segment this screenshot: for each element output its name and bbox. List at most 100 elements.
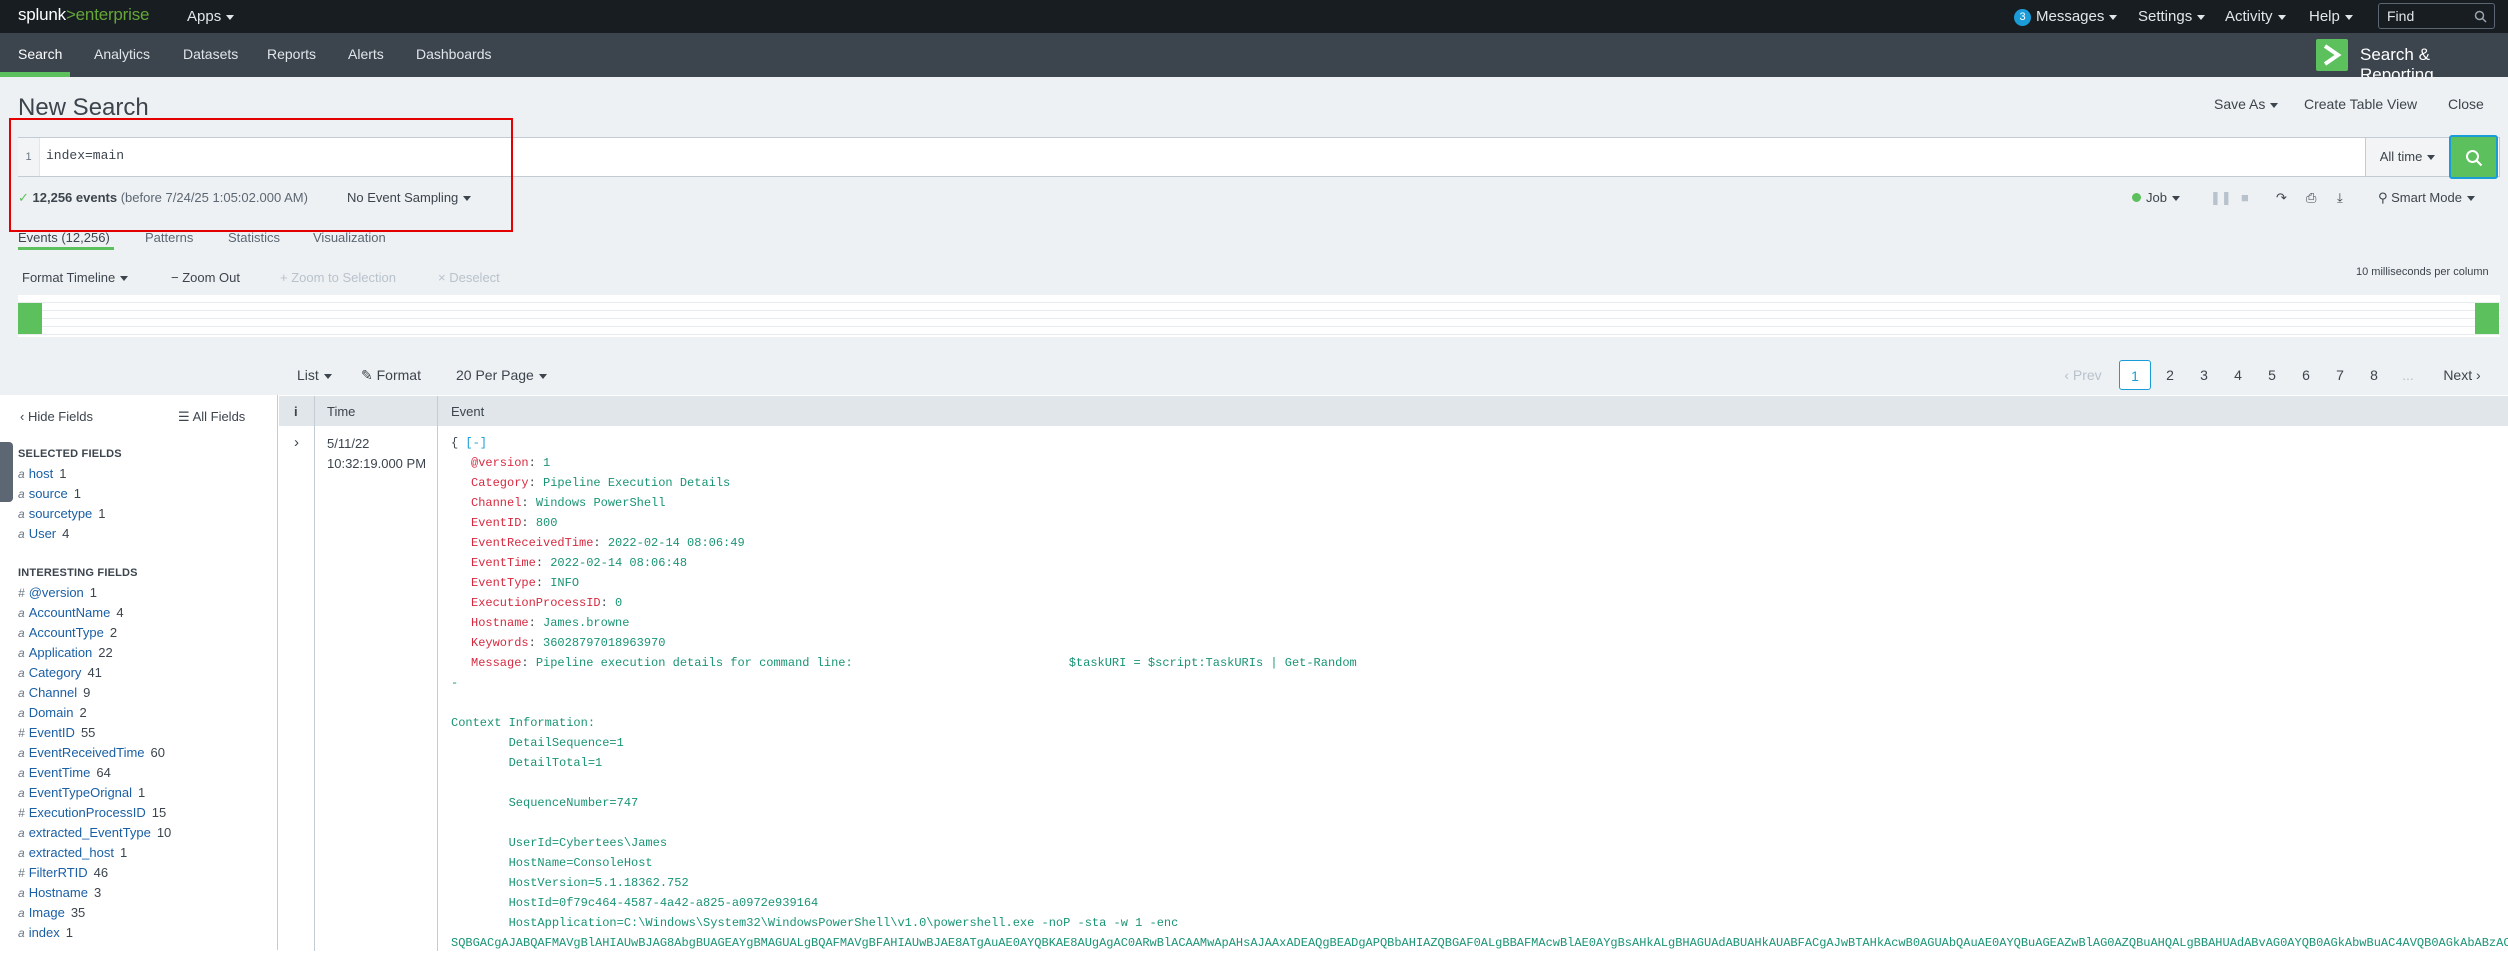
tab-events[interactable]: Events (12,256) bbox=[18, 230, 110, 245]
event-field-value[interactable]: Pipeline execution details for command l… bbox=[536, 656, 1357, 670]
stop-icon[interactable]: ■ bbox=[2241, 190, 2249, 205]
field-item[interactable]: # ExecutionProcessID 15 bbox=[18, 805, 166, 820]
page-1[interactable]: 1 bbox=[2119, 360, 2151, 390]
field-item[interactable]: a User 4 bbox=[18, 526, 69, 541]
find-input[interactable]: Find bbox=[2378, 3, 2495, 29]
settings-menu[interactable]: Settings bbox=[2138, 8, 2206, 25]
timeline-bar[interactable] bbox=[18, 303, 42, 334]
field-item[interactable]: a Image 35 bbox=[18, 905, 85, 920]
field-item[interactable]: a extracted_EventType 10 bbox=[18, 825, 171, 840]
event-field-value[interactable]: Windows PowerShell bbox=[536, 496, 666, 510]
event-field-key[interactable]: @version bbox=[471, 456, 529, 470]
field-item[interactable]: a host 1 bbox=[18, 466, 67, 481]
field-item[interactable]: a extracted_host 1 bbox=[18, 845, 127, 860]
page-7[interactable]: 7 bbox=[2324, 360, 2356, 390]
print-icon[interactable]: ⎙ bbox=[2306, 190, 2316, 206]
all-fields-button[interactable]: ☰ All Fields bbox=[178, 409, 245, 425]
messages-menu[interactable]: 3 Messages bbox=[2014, 8, 2118, 26]
zoom-out-button[interactable]: − Zoom Out bbox=[171, 270, 240, 285]
field-item[interactable]: a AccountName 4 bbox=[18, 605, 124, 620]
nav-datasets[interactable]: Datasets bbox=[183, 46, 238, 62]
list-view-menu[interactable]: List bbox=[297, 367, 332, 383]
event-field-value[interactable]: 36028797018963970 bbox=[543, 636, 665, 650]
share-icon[interactable]: ↷ bbox=[2276, 190, 2287, 206]
nav-reports[interactable]: Reports bbox=[267, 46, 316, 62]
time-range-picker[interactable]: All time bbox=[2365, 138, 2449, 176]
tab-patterns[interactable]: Patterns bbox=[145, 230, 193, 245]
field-item[interactable]: # FilterRTID 46 bbox=[18, 865, 108, 880]
nav-analytics[interactable]: Analytics bbox=[94, 46, 150, 62]
field-item[interactable]: a AccountType 2 bbox=[18, 625, 117, 640]
activity-menu[interactable]: Activity bbox=[2225, 8, 2286, 25]
search-mode-menu[interactable]: ⚲ Smart Mode bbox=[2378, 190, 2475, 206]
field-item[interactable]: a Domain 2 bbox=[18, 705, 87, 720]
field-item[interactable]: a source 1 bbox=[18, 486, 81, 501]
page-4[interactable]: 4 bbox=[2222, 360, 2254, 390]
next-page-button[interactable]: Next › bbox=[2434, 360, 2490, 390]
event-field-key[interactable]: Hostname bbox=[471, 616, 529, 630]
field-item[interactable]: # EventID 55 bbox=[18, 725, 95, 740]
event-field-value[interactable]: Pipeline Execution Details bbox=[543, 476, 730, 490]
field-item[interactable]: a EventTime 64 bbox=[18, 765, 111, 780]
close-button[interactable]: Close bbox=[2448, 96, 2484, 112]
hide-fields-button[interactable]: ‹ Hide Fields bbox=[20, 409, 93, 424]
event-field-key[interactable]: Category bbox=[471, 476, 529, 490]
pause-icon[interactable]: ❚❚ bbox=[2210, 190, 2232, 206]
nav-search[interactable]: Search bbox=[18, 46, 62, 62]
apps-menu[interactable]: Apps bbox=[187, 8, 235, 25]
event-field-key[interactable]: ExecutionProcessID bbox=[471, 596, 601, 610]
event-field-value[interactable]: INFO bbox=[550, 576, 579, 590]
event-field-value[interactable]: 1 bbox=[543, 456, 550, 470]
nav-dashboards[interactable]: Dashboards bbox=[416, 46, 492, 62]
page-6[interactable]: 6 bbox=[2290, 360, 2322, 390]
event-field-key[interactable]: Keywords bbox=[471, 636, 529, 650]
event-field-value[interactable]: 2022-02-14 08:06:48 bbox=[550, 556, 687, 570]
tab-statistics[interactable]: Statistics bbox=[228, 230, 280, 245]
event-field-key[interactable]: EventReceivedTime bbox=[471, 536, 593, 550]
field-item[interactable]: a EventTypeOrignal 1 bbox=[18, 785, 145, 800]
deselect-button[interactable]: × Deselect bbox=[438, 270, 500, 285]
field-item[interactable]: # @version 1 bbox=[18, 585, 97, 600]
time-column-header[interactable]: Time bbox=[327, 404, 355, 419]
event-field-key[interactable]: EventID bbox=[471, 516, 521, 530]
field-item[interactable]: a Application 22 bbox=[18, 645, 113, 660]
page-2[interactable]: 2 bbox=[2154, 360, 2186, 390]
save-as-menu[interactable]: Save As bbox=[2214, 96, 2279, 112]
nav-alerts[interactable]: Alerts bbox=[348, 46, 384, 62]
field-item[interactable]: a EventReceivedTime 60 bbox=[18, 745, 165, 760]
event-field-key[interactable]: EventTime bbox=[471, 556, 536, 570]
field-item[interactable]: a Category 41 bbox=[18, 665, 102, 680]
job-menu[interactable]: Job bbox=[2132, 190, 2180, 205]
sidebar-drag-handle[interactable] bbox=[0, 442, 13, 502]
help-menu[interactable]: Help bbox=[2309, 8, 2353, 25]
zoom-to-selection-button[interactable]: + Zoom to Selection bbox=[280, 270, 396, 285]
prev-page-button[interactable]: ‹ Prev bbox=[2058, 360, 2108, 390]
export-icon[interactable]: ⤓ bbox=[2337, 190, 2343, 206]
event-field-key[interactable]: Channel bbox=[471, 496, 521, 510]
search-button[interactable] bbox=[2449, 135, 2498, 179]
timeline-chart[interactable] bbox=[18, 295, 2500, 337]
event-field-value[interactable]: 0 bbox=[615, 596, 622, 610]
field-item[interactable]: a Channel 9 bbox=[18, 685, 90, 700]
per-page-menu[interactable]: 20 Per Page bbox=[456, 367, 547, 383]
collapse-toggle[interactable]: [-] bbox=[465, 436, 487, 450]
event-time[interactable]: 5/11/22 10:32:19.000 PM bbox=[327, 434, 426, 474]
format-timeline-menu[interactable]: Format Timeline bbox=[22, 270, 129, 285]
field-item[interactable]: a Hostname 3 bbox=[18, 885, 101, 900]
event-field-value[interactable]: James.browne bbox=[543, 616, 629, 630]
event-field-key[interactable]: EventType bbox=[471, 576, 536, 590]
tab-visualization[interactable]: Visualization bbox=[313, 230, 386, 245]
page-3[interactable]: 3 bbox=[2188, 360, 2220, 390]
event-field-key[interactable]: Message bbox=[471, 656, 521, 670]
field-item[interactable]: a index 1 bbox=[18, 925, 73, 940]
field-item[interactable]: a sourcetype 1 bbox=[18, 506, 106, 521]
expand-event-icon[interactable]: › bbox=[294, 434, 299, 451]
format-button[interactable]: ✎ Format bbox=[361, 367, 421, 384]
create-table-view-button[interactable]: Create Table View bbox=[2304, 96, 2417, 112]
page-5[interactable]: 5 bbox=[2256, 360, 2288, 390]
splunk-logo[interactable]: splunk>enterprise bbox=[18, 5, 149, 25]
event-field-value[interactable]: 800 bbox=[536, 516, 558, 530]
timeline-bar[interactable] bbox=[2475, 303, 2499, 334]
event-column-header[interactable]: Event bbox=[451, 404, 484, 419]
page-8[interactable]: 8 bbox=[2358, 360, 2390, 390]
